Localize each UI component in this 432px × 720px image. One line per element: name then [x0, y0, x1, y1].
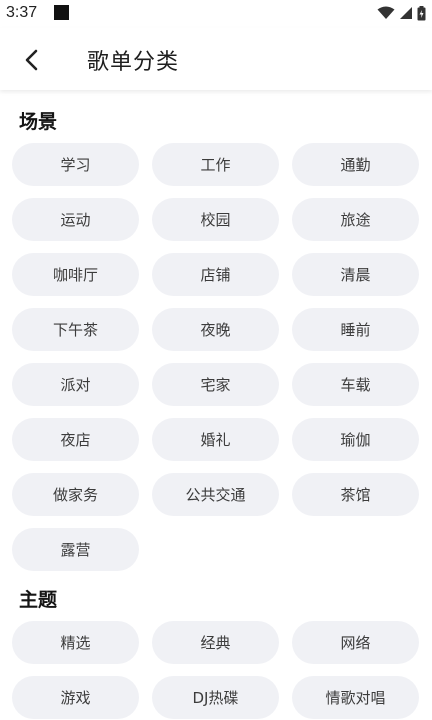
section-title-scene: 场景 [19, 111, 58, 133]
category-chip[interactable]: 经典 [152, 621, 279, 664]
section-title-theme: 主题 [19, 589, 58, 611]
category-chip[interactable]: 瑜伽 [292, 418, 419, 461]
category-chip[interactable]: 学习 [12, 143, 139, 186]
category-chip[interactable]: 婚礼 [152, 418, 279, 461]
category-chip[interactable]: 通勤 [292, 143, 419, 186]
back-button[interactable] [14, 42, 50, 78]
category-chip[interactable]: 旅途 [292, 198, 419, 241]
status-time: 3:37 [6, 4, 38, 21]
category-chip[interactable]: 精选 [12, 621, 139, 664]
chevron-left-icon [25, 49, 38, 71]
category-chip[interactable]: 睡前 [292, 308, 419, 351]
status-bar: 3:37 [0, 0, 432, 28]
category-chip[interactable]: 茶馆 [292, 473, 419, 516]
app-bar: 歌单分类 [0, 28, 432, 90]
category-chip[interactable]: 网络 [292, 621, 419, 664]
category-chip[interactable]: 车载 [292, 363, 419, 406]
category-chip[interactable]: 游戏 [12, 676, 139, 719]
category-chip[interactable]: 情歌对唱 [292, 676, 419, 719]
category-chip[interactable]: 校园 [152, 198, 279, 241]
category-chip[interactable]: 宅家 [152, 363, 279, 406]
category-chip[interactable]: 店铺 [152, 253, 279, 296]
category-chip[interactable]: 清晨 [292, 253, 419, 296]
category-chip[interactable]: 运动 [12, 198, 139, 241]
status-icons [377, 5, 426, 21]
page-title: 歌单分类 [87, 50, 180, 75]
notification-icon [54, 5, 69, 20]
category-chip[interactable]: 做家务 [12, 473, 139, 516]
category-chip[interactable]: 工作 [152, 143, 279, 186]
category-chip[interactable]: 露营 [12, 528, 139, 571]
category-chip[interactable]: 下午茶 [12, 308, 139, 351]
wifi-icon [377, 6, 395, 19]
category-chip[interactable]: 咖啡厅 [12, 253, 139, 296]
category-chip[interactable]: 派对 [12, 363, 139, 406]
category-chip[interactable]: DJ热碟 [152, 676, 279, 719]
category-chip[interactable]: 公共交通 [152, 473, 279, 516]
signal-icon [400, 7, 412, 19]
battery-icon [417, 5, 426, 20]
category-chip[interactable]: 夜晚 [152, 308, 279, 351]
category-chip[interactable]: 夜店 [12, 418, 139, 461]
